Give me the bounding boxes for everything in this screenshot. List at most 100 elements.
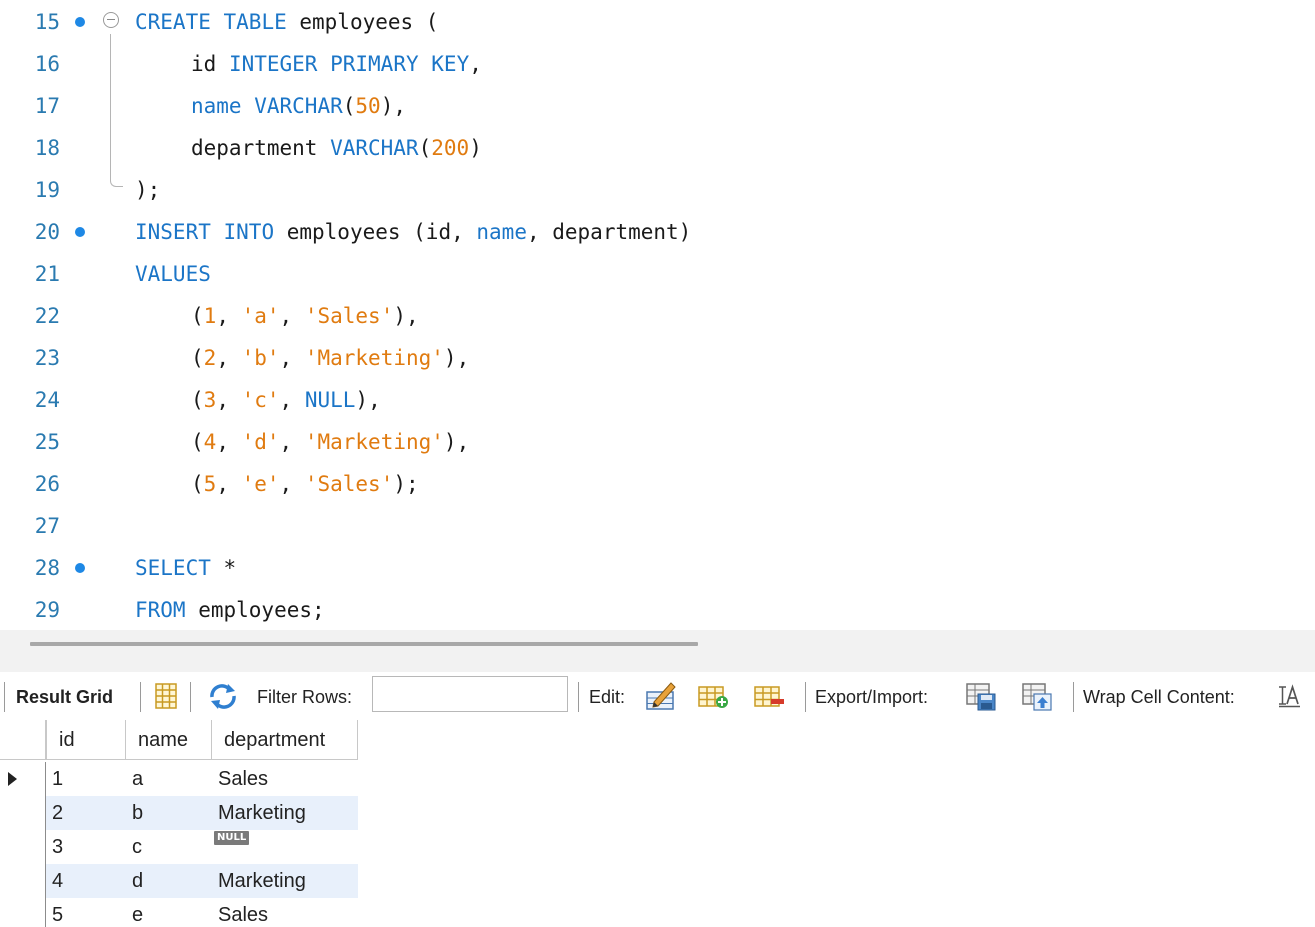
sql-editor[interactable]: 15 CREATE TABLE employees (16 id INTEGER P…: [0, 0, 1315, 630]
code-line[interactable]: 20 INSERT INTO employees (id, name, depar…: [0, 211, 1315, 253]
horizontal-scrollbar[interactable]: [30, 642, 698, 646]
code-line[interactable]: 28 SELECT *: [0, 547, 1315, 589]
line-number: 27: [34, 514, 60, 538]
cell-department[interactable]: Sales: [212, 898, 358, 927]
code-token: ,: [279, 430, 305, 454]
code-token: ),: [380, 94, 406, 118]
column-header-id[interactable]: id: [46, 720, 126, 760]
line-number: 25: [34, 430, 60, 454]
statement-marker-icon[interactable]: [75, 227, 85, 237]
code-token: (: [191, 472, 204, 496]
cell-name[interactable]: e: [126, 898, 212, 927]
panel-splitter[interactable]: [0, 630, 1315, 672]
code-line[interactable]: 22 (1, 'a', 'Sales'),: [0, 295, 1315, 337]
cell-name[interactable]: b: [126, 796, 212, 830]
add-row-icon[interactable]: [696, 680, 730, 712]
cell-department[interactable]: Sales: [212, 762, 358, 796]
cell-id[interactable]: 3: [46, 830, 126, 864]
cell-department[interactable]: Marketing: [212, 796, 358, 830]
code-token: ): [469, 136, 482, 160]
statement-marker-icon[interactable]: [75, 17, 85, 27]
code-token: 2: [203, 346, 217, 370]
code-token: TABLE: [223, 10, 287, 34]
code-token: 'Marketing': [304, 346, 444, 370]
export-import-label: Export/Import:: [815, 687, 929, 707]
code-text: VALUES: [135, 253, 211, 295]
edit-cell-icon[interactable]: [644, 680, 678, 712]
result-grid-tab[interactable]: Result Grid: [8, 684, 121, 710]
delete-row-icon[interactable]: [752, 680, 786, 712]
cell-department[interactable]: NULL: [212, 830, 358, 864]
cell-name[interactable]: c: [126, 830, 212, 864]
cell-id[interactable]: 4: [46, 864, 126, 898]
cell-id[interactable]: 5: [46, 898, 126, 927]
code-token: INSERT: [135, 220, 211, 244]
code-line[interactable]: 16 id INTEGER PRIMARY KEY,: [0, 43, 1315, 85]
row-header[interactable]: [0, 796, 46, 830]
code-token: );: [393, 472, 419, 496]
row-header[interactable]: [0, 830, 46, 864]
line-number: 21: [34, 262, 60, 286]
result-grid[interactable]: id name department 1 a Sales 2 b Marketing 3 c N…: [0, 720, 1315, 927]
code-line[interactable]: 17 name VARCHAR(50),: [0, 85, 1315, 127]
cell-name[interactable]: d: [126, 864, 212, 898]
code-token: employees (: [286, 10, 439, 34]
code-text: (5, 'e', 'Sales');: [191, 463, 419, 505]
table-row[interactable]: 2 b Marketing: [0, 796, 360, 830]
row-header[interactable]: [0, 762, 46, 796]
grid-view-icon[interactable]: [150, 680, 184, 712]
statement-marker-icon[interactable]: [75, 563, 85, 573]
line-number: 29: [34, 598, 60, 622]
code-line[interactable]: 29 FROM employees;: [0, 589, 1315, 631]
line-number: 16: [34, 52, 60, 76]
table-row[interactable]: 5 e Sales: [0, 898, 360, 927]
row-header[interactable]: [0, 898, 46, 927]
line-number: 24: [34, 388, 60, 412]
cell-id[interactable]: 1: [46, 762, 126, 796]
code-token: INTO: [223, 220, 275, 244]
code-token: ,: [216, 430, 242, 454]
code-line[interactable]: 24 (3, 'c', NULL),: [0, 379, 1315, 421]
table-row[interactable]: 4 d Marketing: [0, 864, 360, 898]
toolbar-separator: [140, 682, 141, 712]
code-token: id: [191, 52, 229, 76]
code-line[interactable]: 26 (5, 'e', 'Sales');: [0, 463, 1315, 505]
code-token: 3: [203, 388, 217, 412]
code-token: 'a': [241, 304, 280, 328]
code-token: ,: [216, 472, 242, 496]
cell-id[interactable]: 2: [46, 796, 126, 830]
code-line[interactable]: 18 department VARCHAR(200): [0, 127, 1315, 169]
code-line[interactable]: 21 VALUES: [0, 253, 1315, 295]
table-row[interactable]: 1 a Sales: [0, 762, 360, 796]
filter-rows-input[interactable]: [372, 676, 568, 712]
refresh-icon[interactable]: [206, 680, 240, 712]
wrap-text-icon[interactable]: [1272, 680, 1306, 712]
code-line[interactable]: 19);: [0, 169, 1315, 211]
code-token: employees;: [185, 598, 325, 622]
fold-collapse-icon[interactable]: [103, 12, 119, 28]
edit-label: Edit:: [589, 687, 626, 707]
row-header[interactable]: [0, 864, 46, 898]
code-token: 1: [203, 304, 217, 328]
cell-name[interactable]: a: [126, 762, 212, 796]
code-line[interactable]: 27: [0, 505, 1315, 547]
code-token: , department): [526, 220, 692, 244]
code-token: ),: [443, 346, 470, 370]
cell-department[interactable]: Marketing: [212, 864, 358, 898]
export-icon[interactable]: [964, 680, 998, 712]
toolbar-separator: [4, 682, 5, 712]
code-text: (2, 'b', 'Marketing'),: [191, 337, 469, 379]
code-line[interactable]: 25 (4, 'd', 'Marketing'),: [0, 421, 1315, 463]
code-token: PRIMARY: [330, 52, 419, 76]
code-token: employees (id,: [274, 220, 477, 244]
code-line[interactable]: 15 CREATE TABLE employees (: [0, 1, 1315, 43]
column-header-department[interactable]: department: [212, 720, 358, 760]
table-row[interactable]: 3 c NULL: [0, 830, 360, 864]
code-line[interactable]: 23 (2, 'b', 'Marketing'),: [0, 337, 1315, 379]
code-token: ,: [279, 472, 305, 496]
code-token: 'd': [241, 430, 280, 454]
import-icon[interactable]: [1020, 680, 1054, 712]
column-header-name[interactable]: name: [126, 720, 212, 760]
code-token: ,: [469, 52, 482, 76]
code-token: ,: [216, 388, 242, 412]
